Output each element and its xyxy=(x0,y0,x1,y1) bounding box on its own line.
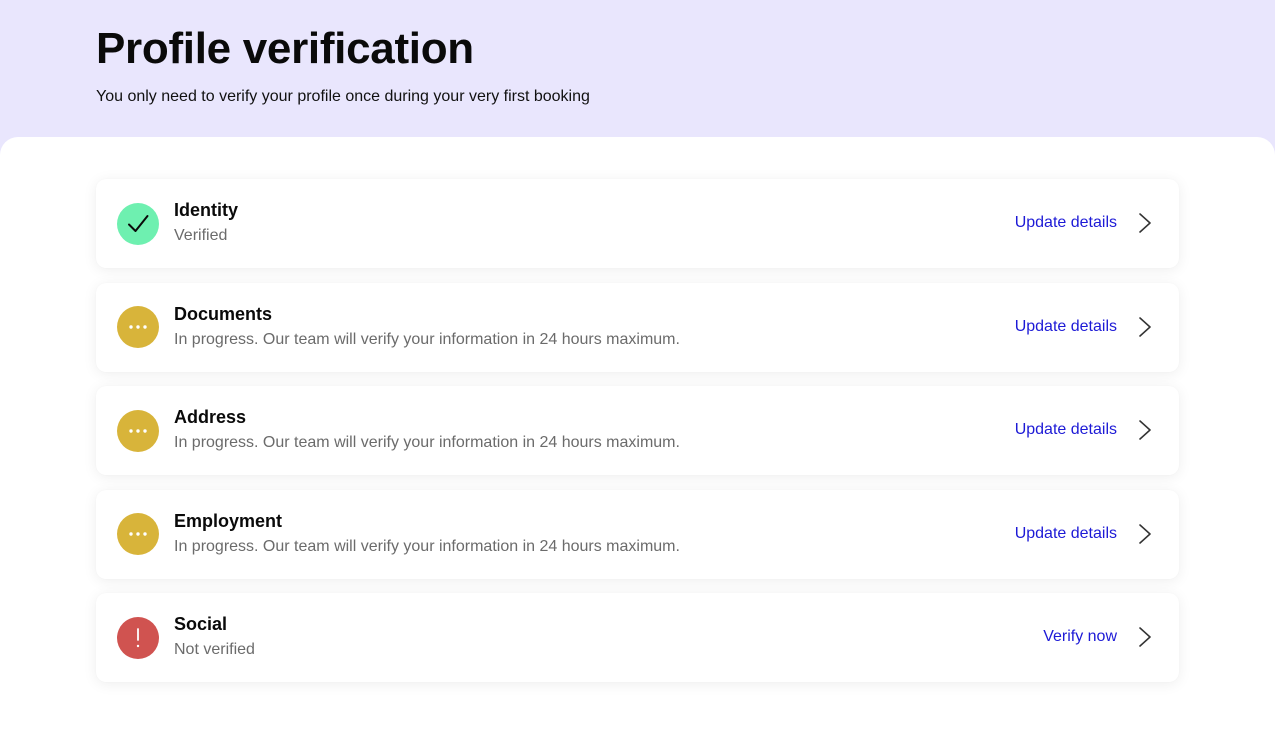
row-title: Documents xyxy=(174,303,273,324)
row-title: Identity xyxy=(174,200,239,220)
verification-row-documents[interactable]: Documents In progress. Our team will ver… xyxy=(96,282,1179,372)
verification-row-address[interactable]: Address In progress. Our team will verif… xyxy=(96,386,1179,475)
verification-row-identity[interactable]: Identity Verified Update details xyxy=(96,179,1179,268)
chevron-right-icon[interactable] xyxy=(1137,419,1153,441)
page-title: Profile verification xyxy=(96,24,474,73)
row-status-text: In progress. Our team will verify your i… xyxy=(174,330,680,348)
more-dots-icon xyxy=(129,532,147,536)
verification-row-employment[interactable]: Employment In progress. Our team will ve… xyxy=(96,489,1179,579)
status-badge xyxy=(117,202,159,245)
update-details-link[interactable]: Update details xyxy=(1015,525,1117,543)
row-title: Address xyxy=(174,407,247,427)
chevron-right-icon[interactable] xyxy=(1137,626,1153,648)
more-dots-icon xyxy=(129,428,147,433)
verification-list: Identity Verified Update details Documen… xyxy=(96,179,1179,697)
verification-row-social[interactable]: Social Not verified Verify now xyxy=(96,593,1179,682)
update-details-link[interactable]: Update details xyxy=(1015,318,1117,336)
update-details-link[interactable]: Update details xyxy=(1015,421,1117,439)
row-title: Social xyxy=(174,614,228,634)
row-status-text: Not verified xyxy=(174,641,255,658)
status-badge xyxy=(117,616,159,659)
status-badge xyxy=(117,409,159,452)
chevron-right-icon[interactable] xyxy=(1137,523,1153,545)
update-details-link[interactable]: Update details xyxy=(1015,214,1117,232)
page-subtitle: You only need to verify your profile onc… xyxy=(96,88,590,105)
more-dots-icon xyxy=(129,325,147,329)
row-status-text: Verified xyxy=(174,227,228,244)
status-badge xyxy=(117,513,159,555)
page-header: Profile verification You only need to ve… xyxy=(0,0,1275,150)
chevron-right-icon[interactable] xyxy=(1137,316,1153,338)
row-status-text: In progress. Our team will verify your i… xyxy=(174,537,680,555)
row-title: Employment xyxy=(174,510,283,531)
row-status-text: In progress. Our team will verify your i… xyxy=(174,434,680,451)
exclamation-icon xyxy=(136,627,140,647)
check-icon xyxy=(128,214,149,232)
chevron-right-icon[interactable] xyxy=(1137,212,1153,234)
verify-now-link[interactable]: Verify now xyxy=(1043,628,1117,646)
status-badge xyxy=(117,306,159,348)
